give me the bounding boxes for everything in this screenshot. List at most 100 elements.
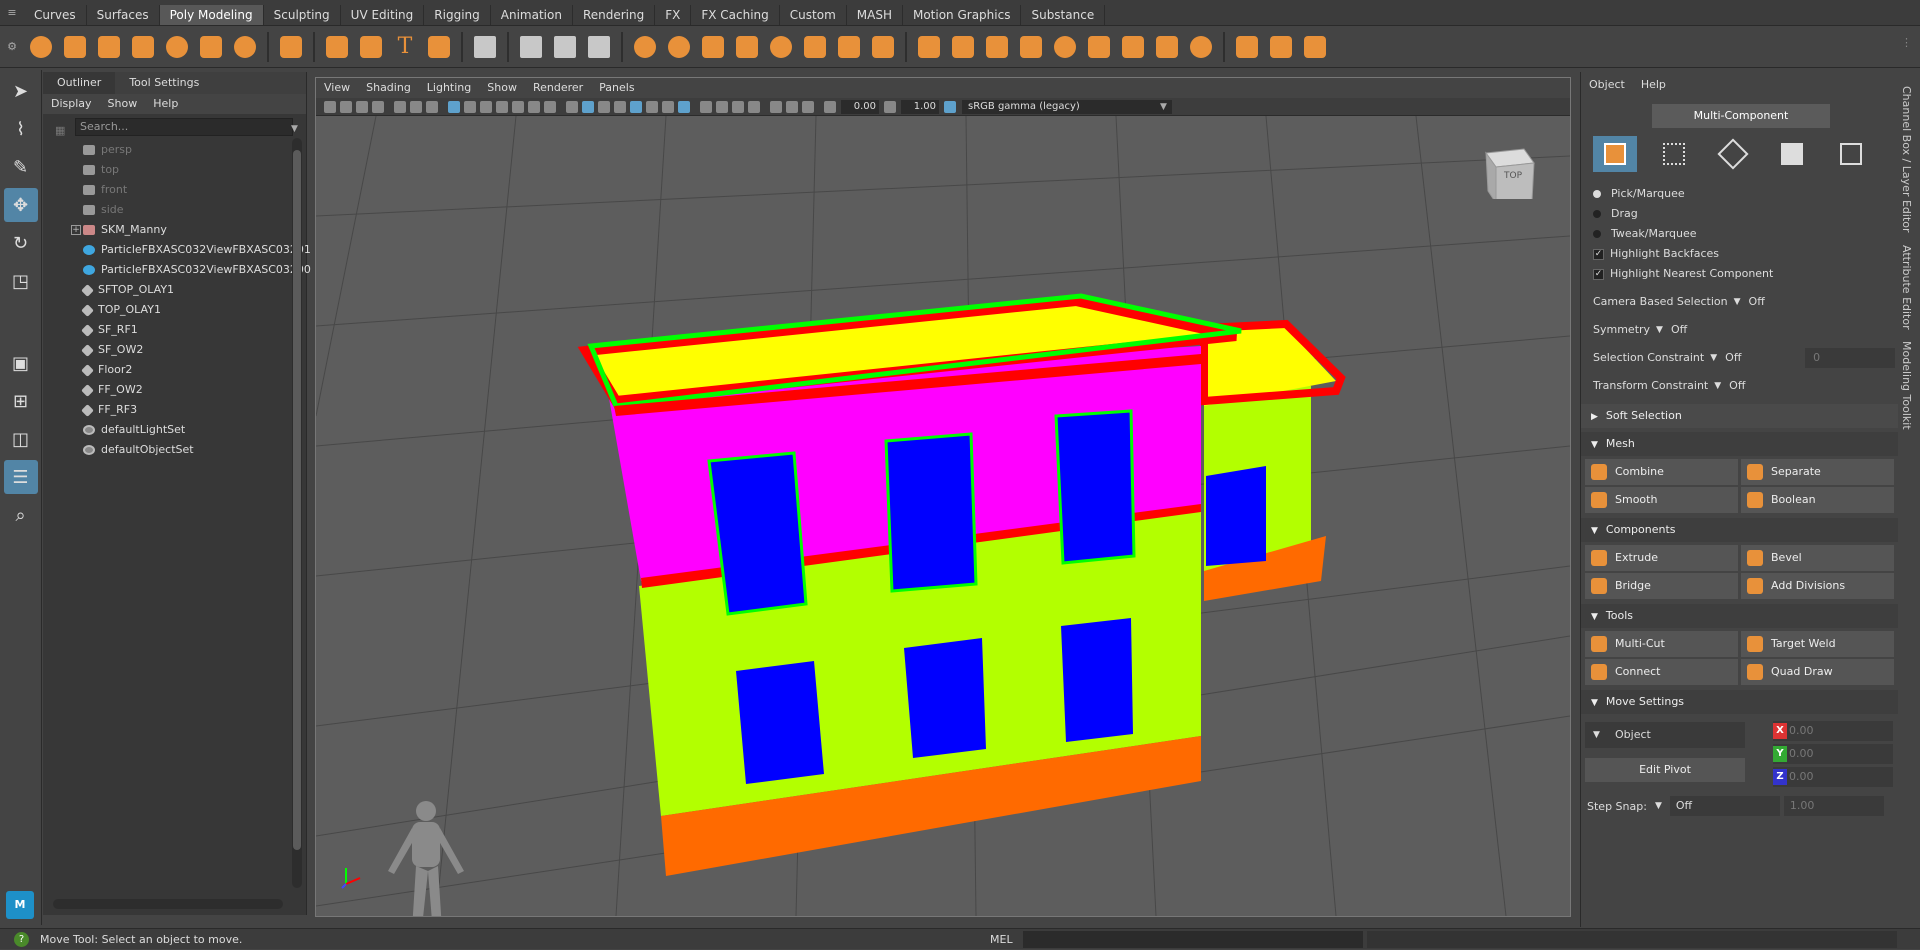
platonic-solid-icon[interactable] <box>277 33 305 61</box>
scene-view[interactable] <box>316 116 1570 916</box>
outliner-item[interactable]: FF_OW2 <box>43 380 306 400</box>
outliner-menu-display[interactable]: Display <box>43 94 100 114</box>
bridge-button[interactable]: Bridge <box>1585 573 1738 599</box>
2d-pan-icon[interactable] <box>394 100 406 113</box>
anti-aliasing-icon[interactable] <box>716 100 728 113</box>
camera-select-icon[interactable] <box>324 100 336 113</box>
smooth-shelf-icon[interactable] <box>767 33 795 61</box>
lasso-tool-icon[interactable]: ⌇ <box>4 112 38 146</box>
extrude-button[interactable]: Extrude <box>1585 545 1738 571</box>
camera-attributes-icon[interactable] <box>340 100 352 113</box>
outliner-menu-show[interactable]: Show <box>100 94 146 114</box>
grid-toggle-icon[interactable] <box>471 33 499 61</box>
remesh-icon[interactable] <box>835 33 863 61</box>
side-tab-channel-box-layer-editor[interactable]: Channel Box / Layer Editor <box>1900 80 1913 239</box>
snap-icon[interactable] <box>551 33 579 61</box>
viewport-panel[interactable]: View Shading Lighting Show Renderer Panels <box>315 77 1571 917</box>
components-section-header[interactable]: ▼ Components <box>1581 518 1898 542</box>
shelf-tab-uv-editing[interactable]: UV Editing <box>341 4 425 25</box>
view-cube[interactable]: TOP <box>1482 143 1536 205</box>
option-camera-based-selection[interactable]: Camera Based Selection ▼ Off <box>1581 288 1898 316</box>
grease-pencil-menu-icon[interactable] <box>426 100 438 113</box>
separate-shelf-icon[interactable] <box>665 33 693 61</box>
option-value[interactable]: Off <box>1749 288 1829 316</box>
step-snap-value[interactable]: 1.00 <box>1783 796 1884 816</box>
help-icon[interactable]: ? <box>14 932 29 947</box>
extract-icon[interactable] <box>699 33 727 61</box>
shelf-tab-substance[interactable]: Substance <box>1021 4 1106 25</box>
expand-icon[interactable]: + <box>71 225 81 235</box>
image-plane-icon[interactable] <box>372 100 384 113</box>
radio-tweak-marquee[interactable]: Tweak/Marquee <box>1581 224 1898 244</box>
shelf-tab-rigging[interactable]: Rigging <box>424 4 491 25</box>
option-transform-constraint[interactable]: Transform Constraint ▼ Off <box>1581 372 1898 400</box>
outliner-item[interactable]: persp <box>43 140 306 160</box>
mesh-section-header[interactable]: ▼ Mesh <box>1581 432 1898 456</box>
option-symmetry[interactable]: Symmetry ▼ Off <box>1581 316 1898 344</box>
shelf-tab-sculpting[interactable]: Sculpting <box>264 4 341 25</box>
outliner-item[interactable]: side <box>43 200 306 220</box>
poly-torus-icon[interactable] <box>163 33 191 61</box>
origin-icon[interactable] <box>585 33 613 61</box>
screen-space-ao-icon[interactable] <box>678 100 690 113</box>
edge-mode-icon[interactable] <box>1711 136 1755 172</box>
depth-of-field-icon[interactable] <box>732 100 744 113</box>
move-settings-header[interactable]: ▼ Move Settings <box>1581 690 1898 714</box>
grid-icon[interactable] <box>448 100 460 113</box>
type-tool-icon[interactable]: T <box>391 33 419 61</box>
two-view-layout-icon[interactable]: ◫ <box>4 422 38 456</box>
poly-sphere-icon[interactable] <box>27 33 55 61</box>
append-polygon-icon[interactable] <box>1017 33 1045 61</box>
sweep-mesh-icon[interactable] <box>357 33 385 61</box>
viewport-menu-shading[interactable]: Shading <box>358 78 419 98</box>
outliner-item[interactable]: FF_RF3 <box>43 400 306 420</box>
single-view-layout-icon[interactable]: ▣ <box>4 346 38 380</box>
shelf-tab-rendering[interactable]: Rendering <box>573 4 656 25</box>
radio-drag[interactable]: Drag <box>1581 204 1898 224</box>
outliner-item[interactable]: ParticleFBXASC032ViewFBXASC03201 <box>43 240 311 260</box>
filter-icon[interactable]: ▦ <box>55 124 65 137</box>
tools-section-header[interactable]: ▼ Tools <box>1581 604 1898 628</box>
viewport-menu-panels[interactable]: Panels <box>591 78 642 98</box>
option-value[interactable]: Off <box>1671 316 1751 344</box>
color-space-select[interactable]: sRGB gamma (legacy) <box>962 99 1172 114</box>
poly-disc-icon[interactable] <box>231 33 259 61</box>
checkbox-highlight-backfaces[interactable]: ✓ Highlight Backfaces <box>1581 244 1898 264</box>
measure-icon[interactable] <box>517 33 545 61</box>
object-mode-icon[interactable] <box>1593 136 1637 172</box>
option-extra-field[interactable]: 0 <box>1805 348 1896 368</box>
use-all-lights-icon[interactable] <box>646 100 658 113</box>
outliner-item[interactable]: Floor2 <box>43 360 306 380</box>
outliner-item[interactable]: defaultLightSet <box>43 420 306 440</box>
smooth-button[interactable]: Smooth <box>1585 487 1738 513</box>
dropdown-icon[interactable]: ▼ <box>1710 344 1717 372</box>
shelf-tab-animation[interactable]: Animation <box>491 4 573 25</box>
separate-button[interactable]: Separate <box>1741 459 1894 485</box>
option-value[interactable]: Off <box>1725 344 1805 372</box>
multi-component-button[interactable]: Multi-Component <box>1652 104 1830 128</box>
shelf-tab-mash[interactable]: MASH <box>847 4 903 25</box>
poly-cube-icon[interactable] <box>61 33 89 61</box>
shelf-tab-custom[interactable]: Custom <box>780 4 847 25</box>
smooth-shade-icon[interactable] <box>582 100 594 113</box>
extrude-shelf-icon[interactable] <box>915 33 943 61</box>
film-gate-icon[interactable] <box>464 100 476 113</box>
reduce-icon[interactable] <box>801 33 829 61</box>
exposure-field[interactable]: 0.00 <box>841 99 879 114</box>
isolate-select-icon[interactable] <box>748 100 760 113</box>
outliner-item[interactable]: SF_OW2 <box>43 340 306 360</box>
vertex-mode-icon[interactable] <box>1652 136 1696 172</box>
shelf-scroll-icon[interactable]: ⋮ <box>1901 36 1912 49</box>
search-icon[interactable]: ⌕ <box>4 498 38 532</box>
move-y-field[interactable]: Y 0.00 <box>1773 744 1893 764</box>
viewport-menu-view[interactable]: View <box>316 78 358 98</box>
rotate-tool-icon[interactable]: ↻ <box>4 226 38 260</box>
bookmark-icon[interactable] <box>356 100 368 113</box>
checkbox-icon[interactable]: ✓ <box>1593 248 1604 260</box>
chamfer-vertex-icon[interactable] <box>1119 33 1147 61</box>
gamma-icon[interactable] <box>884 100 896 113</box>
move-tool-icon[interactable]: ✥ <box>3 188 38 222</box>
combine-shelf-icon[interactable] <box>631 33 659 61</box>
safe-action-icon[interactable] <box>528 100 540 113</box>
move-z-field[interactable]: Z 0.00 <box>1773 767 1893 787</box>
